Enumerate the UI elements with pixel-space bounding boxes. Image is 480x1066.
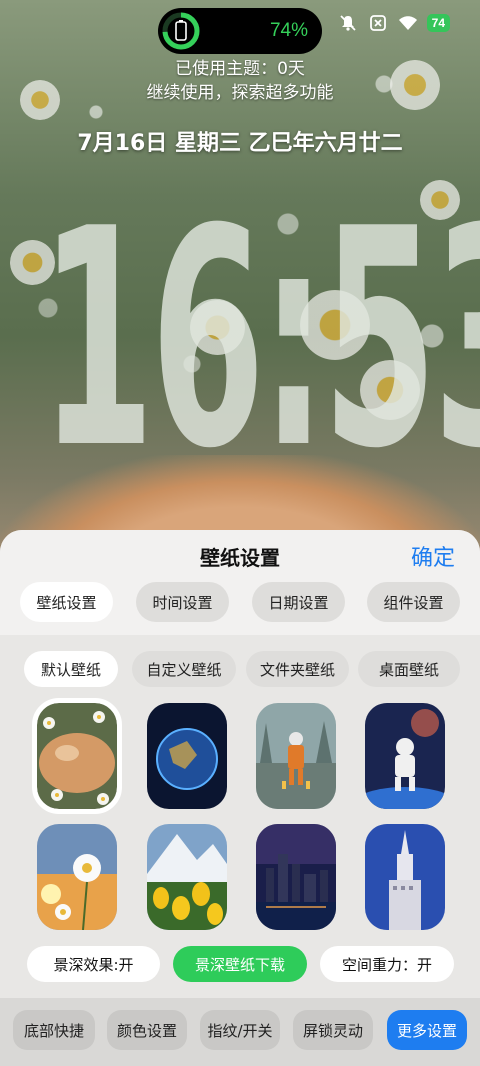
confirm-button[interactable]: 确定 xyxy=(411,540,455,572)
panel-title: 壁纸设置 xyxy=(200,546,280,570)
tab-wallpaper-settings[interactable]: 壁纸设置 xyxy=(20,582,113,622)
subtab-default-wallpaper[interactable]: 默认壁纸 xyxy=(24,651,118,687)
depth-wallpaper-download-button[interactable]: 景深壁纸下载 xyxy=(173,946,307,982)
theme-days-text: 已使用主题：0天 xyxy=(175,59,305,79)
wifi-icon xyxy=(397,12,419,34)
battery-charging-icon: 74 xyxy=(426,14,450,32)
lockscreen-clock: 16:53 xyxy=(40,165,480,514)
wallpaper-thumb-cat[interactable] xyxy=(32,698,122,814)
tab-date-settings[interactable]: 日期设置 xyxy=(252,582,345,622)
more-settings-button[interactable]: 更多设置 xyxy=(387,1010,467,1050)
wallpaper-thumb-tulips[interactable] xyxy=(147,824,227,930)
status-icons: 74 xyxy=(337,12,450,34)
wallpaper-thumb-daisy-sunset[interactable] xyxy=(37,824,117,930)
wallpaper-thumb-earth[interactable] xyxy=(147,703,227,809)
depth-effect-toggle[interactable]: 景深效果:开 xyxy=(27,946,160,982)
space-gravity-toggle[interactable]: 空间重力：开 xyxy=(320,946,454,982)
wallpaper-thumb-astronaut-forest[interactable] xyxy=(256,703,336,809)
tab-time-settings[interactable]: 时间设置 xyxy=(136,582,229,622)
wallpaper-thumb-skyscraper[interactable] xyxy=(365,824,445,930)
dynamic-island[interactable]: 74% xyxy=(158,8,322,54)
tab-widget-settings[interactable]: 组件设置 xyxy=(367,582,460,622)
theme-explore-text[interactable]: 继续使用，探索超多功能 xyxy=(0,78,480,103)
bottom-bar: 底部快捷 颜色设置 指纹/开关 屏锁灵动 更多设置 xyxy=(0,998,480,1066)
bottom-shortcut-button[interactable]: 底部快捷 xyxy=(13,1010,95,1050)
battery-ring-icon xyxy=(162,12,200,50)
wallpaper-thumb-astronaut-space[interactable] xyxy=(365,703,445,809)
lockscreen-dynamic-button[interactable]: 屏锁灵动 xyxy=(293,1010,373,1050)
fingerprint-switch-button[interactable]: 指纹/开关 xyxy=(200,1010,280,1050)
mute-icon xyxy=(337,12,359,34)
lockscreen-date: 7月16日 星期三 乙巳年六月廿二 xyxy=(77,131,403,156)
battery-percent: 74% xyxy=(269,20,308,41)
subtab-desktop-wallpaper[interactable]: 桌面壁纸 xyxy=(358,651,460,687)
color-settings-button[interactable]: 颜色设置 xyxy=(107,1010,187,1050)
no-sim-icon xyxy=(367,12,389,34)
wallpaper-thumb-city-night[interactable] xyxy=(256,824,336,930)
subtab-custom-wallpaper[interactable]: 自定义壁纸 xyxy=(132,651,236,687)
subtab-folder-wallpaper[interactable]: 文件夹壁纸 xyxy=(246,651,349,687)
